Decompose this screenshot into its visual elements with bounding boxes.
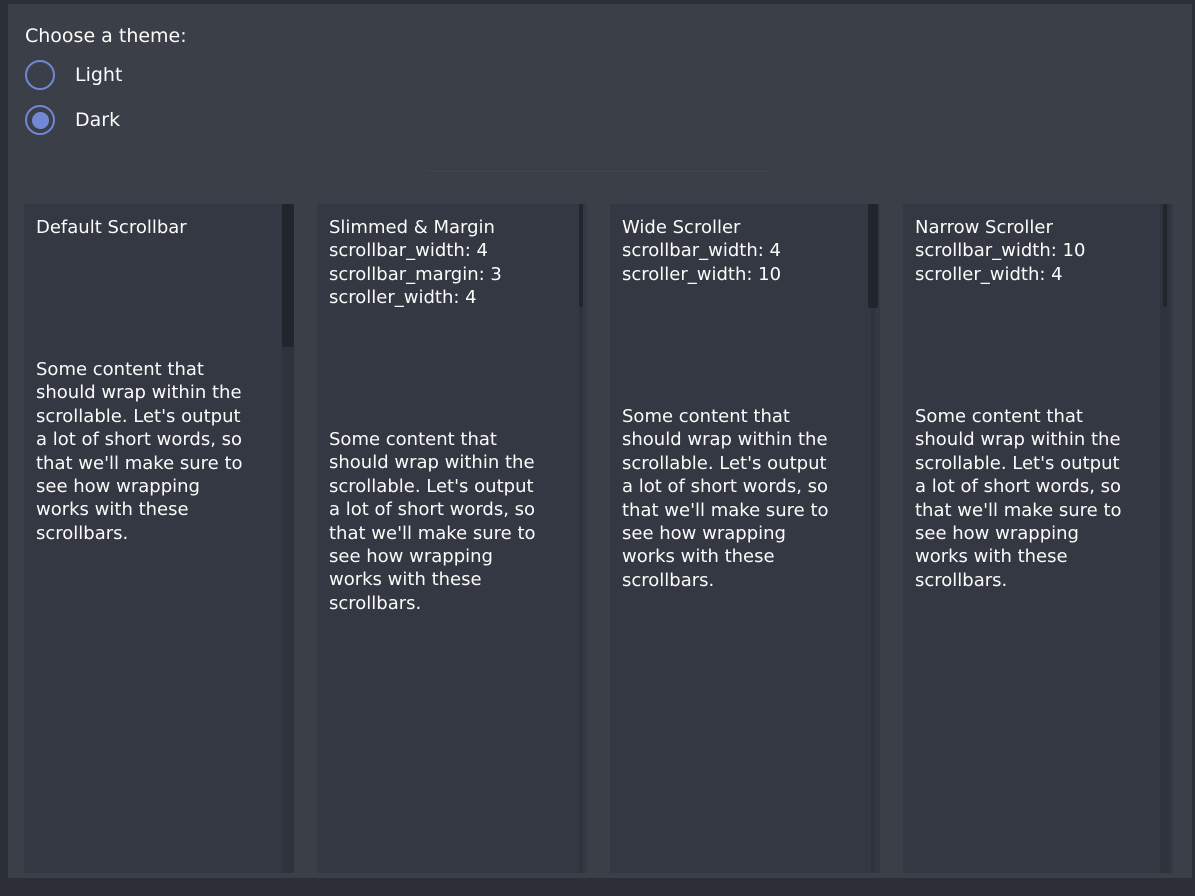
panel-content: Some content that should wrap within the… bbox=[622, 405, 872, 592]
radio-option-dark[interactable]: Dark bbox=[25, 105, 120, 135]
panel-title: Default Scrollbar bbox=[36, 216, 278, 239]
panel-title: Narrow Scroller bbox=[915, 216, 1157, 239]
panel-header: Default Scrollbar bbox=[36, 216, 278, 239]
scroll-panel-slimmed-margin[interactable]: Slimmed & Margin scrollbar_width: 4 scro… bbox=[317, 204, 587, 873]
theme-chooser-label: Choose a theme: bbox=[25, 25, 187, 47]
radio-label-dark: Dark bbox=[75, 105, 120, 135]
scroll-panel-default[interactable]: Default Scrollbar Some content that shou… bbox=[24, 204, 294, 873]
scrollbar-thumb[interactable] bbox=[282, 204, 294, 347]
panel-param: scroller_width: 10 bbox=[622, 263, 864, 286]
panel-header: Narrow Scroller scrollbar_width: 10 scro… bbox=[915, 216, 1157, 286]
scrollbar-thumb[interactable] bbox=[868, 204, 878, 308]
panel-param: scrollbar_width: 10 bbox=[915, 239, 1157, 262]
panel-param: scrollbar_width: 4 bbox=[622, 239, 864, 262]
radio-label-light: Light bbox=[75, 60, 122, 90]
radio-button-icon[interactable] bbox=[25, 60, 55, 90]
panel-param: scroller_width: 4 bbox=[915, 263, 1157, 286]
panel-title: Slimmed & Margin bbox=[329, 216, 571, 239]
panel-content: Some content that should wrap within the… bbox=[329, 428, 579, 615]
scrollbar-thumb[interactable] bbox=[579, 204, 583, 307]
scroll-panel-narrow-scroller[interactable]: Narrow Scroller scrollbar_width: 10 scro… bbox=[903, 204, 1173, 873]
app-window: Choose a theme: Light Dark Default Scrol… bbox=[8, 4, 1192, 878]
panel-param: scrollbar_width: 4 bbox=[329, 239, 571, 262]
scrollbar-thumb[interactable] bbox=[1163, 204, 1167, 307]
panel-title: Wide Scroller bbox=[622, 216, 864, 239]
radio-button-selected-icon[interactable] bbox=[25, 105, 55, 135]
panel-content: Some content that should wrap within the… bbox=[36, 358, 286, 545]
section-divider bbox=[426, 169, 773, 171]
panel-content: Some content that should wrap within the… bbox=[915, 405, 1165, 592]
panel-param: scrollbar_margin: 3 bbox=[329, 263, 571, 286]
radio-option-light[interactable]: Light bbox=[25, 60, 122, 90]
panel-param: scroller_width: 4 bbox=[329, 286, 571, 309]
panel-header: Slimmed & Margin scrollbar_width: 4 scro… bbox=[329, 216, 571, 310]
scroll-panel-wide-scroller[interactable]: Wide Scroller scrollbar_width: 4 scrolle… bbox=[610, 204, 880, 873]
radio-dot bbox=[32, 112, 49, 129]
panel-header: Wide Scroller scrollbar_width: 4 scrolle… bbox=[622, 216, 864, 286]
